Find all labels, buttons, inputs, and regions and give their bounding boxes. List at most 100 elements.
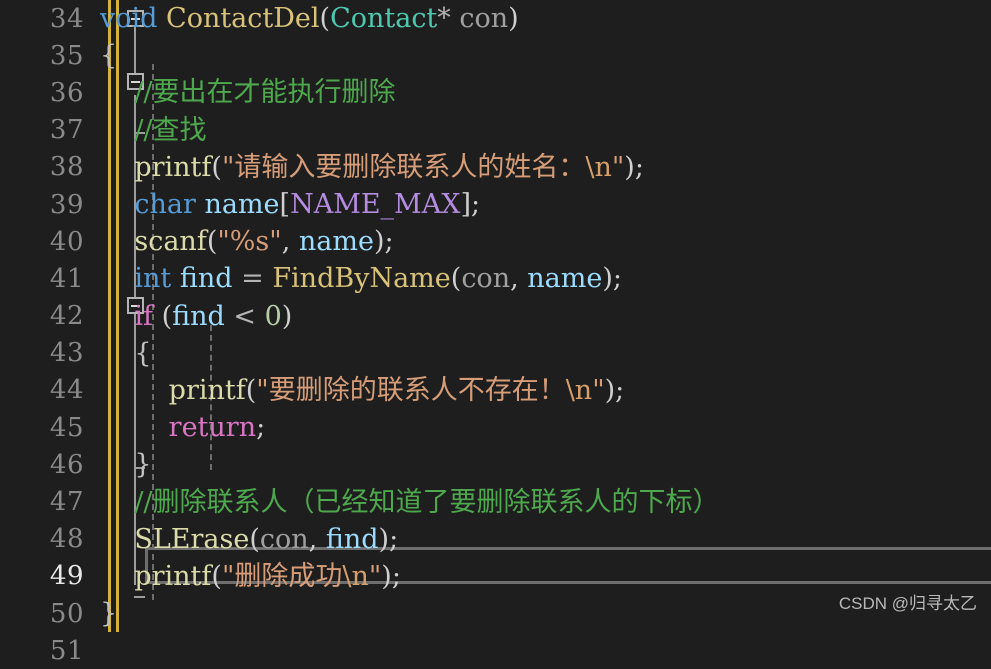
token-punc — [100, 189, 134, 220]
token-punc: ( — [211, 151, 222, 183]
token-punc: ( — [245, 374, 257, 406]
line-number-48[interactable]: 48 — [0, 524, 92, 554]
token-fndef: ContactDel — [166, 3, 320, 35]
token-param: con — [461, 263, 511, 295]
code-line-43[interactable]: 43 { — [0, 335, 991, 372]
line-number-44[interactable]: 44 — [0, 375, 92, 405]
token-var: find — [172, 300, 225, 332]
token-punc — [100, 561, 134, 592]
token-punc — [100, 338, 134, 369]
token-punc: ) — [373, 226, 385, 258]
token-punc — [100, 412, 169, 443]
token-fn: SLErase — [134, 523, 250, 555]
code-line-37[interactable]: 37 //查找 — [0, 112, 991, 149]
code-line-45[interactable]: 45 return; — [0, 409, 991, 446]
code-text-line-36[interactable]: //要出在才能执行删除 — [92, 74, 396, 111]
token-punc: ) — [381, 560, 392, 592]
line-number-50[interactable]: 50 — [0, 599, 92, 629]
token-brace: } — [134, 449, 152, 481]
token-str: "%s" — [217, 226, 282, 258]
code-line-48[interactable]: 48 SLErase(con, find); — [0, 521, 991, 558]
token-esc: \n — [585, 151, 612, 183]
code-text-line-45[interactable]: return; — [92, 409, 266, 446]
line-number-42[interactable]: 42 — [0, 301, 92, 331]
line-number-40[interactable]: 40 — [0, 227, 92, 257]
line-number-49[interactable]: 49 — [0, 561, 92, 591]
code-line-39[interactable]: 39 char name[NAME_MAX]; — [0, 186, 991, 223]
token-var: find — [325, 523, 379, 555]
line-number-41[interactable]: 41 — [0, 264, 92, 294]
code-text-line-43[interactable]: { — [92, 335, 151, 372]
line-number-37[interactable]: 37 — [0, 115, 92, 145]
line-number-43[interactable]: 43 — [0, 338, 92, 368]
token-var: find — [179, 263, 233, 295]
code-text-line-47[interactable]: //删除联系人（已经知道了要删除联系人的下标） — [92, 484, 720, 521]
line-number-39[interactable]: 39 — [0, 190, 92, 220]
token-punc — [157, 3, 166, 34]
line-number-51[interactable]: 51 — [0, 636, 92, 666]
token-op: = — [241, 263, 264, 295]
code-text-line-39[interactable]: char name[NAME_MAX]; — [92, 186, 480, 223]
token-cmt: //删除联系人（已经知道了要删除联系人的下标） — [100, 486, 720, 518]
code-text-line-38[interactable]: printf("请输入要删除联系人的姓名：\n"); — [92, 149, 644, 186]
token-param: con — [459, 3, 509, 35]
token-punc: ) — [602, 263, 613, 295]
token-punc: ) — [624, 151, 635, 183]
token-punc: ; — [389, 523, 399, 555]
token-punc — [100, 301, 134, 332]
token-str: "要删除的联系人不存在！ — [256, 374, 566, 406]
code-line-51[interactable]: 51 — [0, 632, 991, 669]
token-cmt: //要出在才能执行删除 — [100, 77, 396, 109]
line-number-47[interactable]: 47 — [0, 487, 92, 517]
code-text-line-50[interactable]: } — [92, 595, 117, 632]
token-punc: ( — [211, 560, 222, 592]
code-line-47[interactable]: 47 //删除联系人（已经知道了要删除联系人的下标） — [0, 483, 991, 520]
token-punc — [100, 524, 134, 555]
line-number-36[interactable]: 36 — [0, 78, 92, 108]
code-line-40[interactable]: 40 scanf("%s", name); — [0, 223, 991, 260]
token-punc: ( — [249, 523, 260, 555]
token-punc: ) — [281, 300, 293, 332]
token-punc: ; — [634, 151, 644, 183]
token-var: name — [527, 263, 603, 295]
code-text-line-42[interactable]: if (find < 0) — [92, 298, 292, 335]
token-punc: ) — [604, 374, 616, 406]
code-text-line-44[interactable]: printf("要删除的联系人不存在！\n"); — [92, 372, 625, 409]
token-punc: ; — [470, 189, 481, 221]
token-punc — [100, 152, 134, 183]
code-line-44[interactable]: 44 printf("要删除的联系人不存在！\n"); — [0, 372, 991, 409]
code-text-line-49[interactable]: printf("删除成功\n"); — [92, 558, 401, 595]
code-text-line-46[interactable]: } — [92, 446, 152, 483]
token-punc: , — [281, 226, 299, 258]
token-kwctl: return — [168, 412, 257, 444]
code-line-35[interactable]: 35 { — [0, 37, 991, 74]
line-number-35[interactable]: 35 — [0, 41, 92, 71]
code-text-line-35[interactable]: { — [92, 37, 117, 74]
token-kwctl: if — [134, 300, 153, 332]
token-punc: , — [510, 263, 528, 295]
code-line-46[interactable]: 46 } — [0, 446, 991, 483]
code-text-line-37[interactable]: //查找 — [92, 112, 206, 149]
token-punc: ] — [460, 189, 471, 221]
line-number-34[interactable]: 34 — [0, 4, 92, 34]
code-line-36[interactable]: 36 //要出在才能执行删除 — [0, 74, 991, 111]
token-punc — [100, 449, 134, 480]
token-num: 0 — [264, 300, 282, 332]
code-line-38[interactable]: 38 printf("请输入要删除联系人的姓名：\n"); — [0, 149, 991, 186]
code-text-line-40[interactable]: scanf("%s", name); — [92, 223, 393, 260]
code-line-41[interactable]: 41 int find = FindByName(con, name); — [0, 260, 991, 297]
code-text-line-41[interactable]: int find = FindByName(con, name); — [92, 260, 622, 297]
token-punc: ( — [450, 263, 462, 295]
line-number-46[interactable]: 46 — [0, 450, 92, 480]
line-number-38[interactable]: 38 — [0, 152, 92, 182]
code-editor[interactable]: 34 void ContactDel(Contact* con) 35{36 //要… — [0, 0, 991, 666]
code-text-line-34[interactable]: void ContactDel(Contact* con) — [92, 0, 519, 37]
token-kw: int — [134, 263, 172, 295]
token-punc: ) — [508, 3, 519, 35]
token-fn: printf — [168, 374, 246, 406]
code-text-line-48[interactable]: SLErase(con, find); — [92, 521, 398, 558]
line-number-45[interactable]: 45 — [0, 413, 92, 443]
token-brace: { — [100, 40, 118, 72]
code-line-34[interactable]: 34 void ContactDel(Contact* con) — [0, 0, 991, 37]
code-line-42[interactable]: 42 if (find < 0) — [0, 298, 991, 335]
